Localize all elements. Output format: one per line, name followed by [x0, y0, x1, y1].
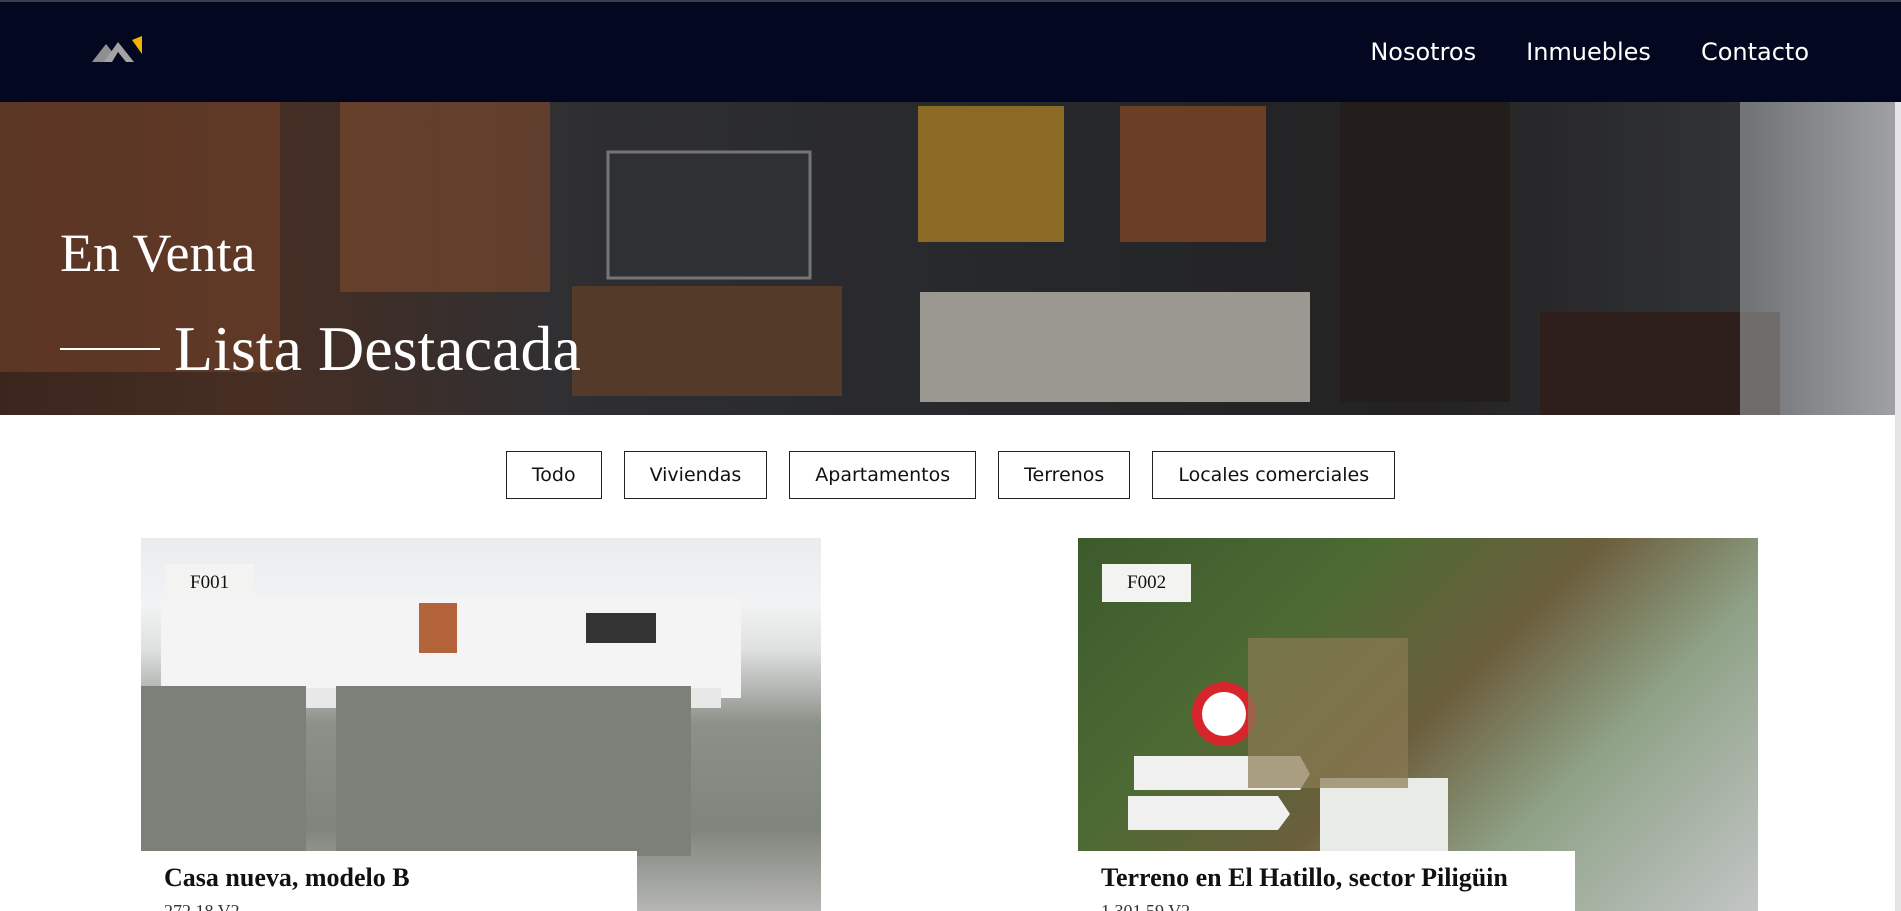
listing-code: F001 — [165, 564, 255, 602]
hero-banner: En Venta Lista Destacada — [0, 102, 1901, 415]
hero-title: En Venta — [60, 223, 256, 283]
brand-logo-icon[interactable] — [92, 34, 148, 66]
filter-locales-comerciales[interactable]: Locales comerciales — [1152, 451, 1396, 499]
filter-todo[interactable]: Todo — [505, 451, 602, 499]
page-scrollbar[interactable] — [1895, 102, 1901, 911]
filter-apartamentos[interactable]: Apartamentos — [789, 451, 977, 499]
listing-title[interactable]: Casa nueva, modelo B — [164, 863, 613, 893]
hero-divider — [60, 348, 160, 350]
navbar: Nosotros Inmuebles Contacto — [0, 0, 1901, 102]
listing-code: F002 — [1102, 564, 1192, 602]
nav-link-nosotros[interactable]: Nosotros — [1370, 38, 1476, 66]
hero-subtitle: Lista Destacada — [60, 312, 581, 386]
listing-area: 1,301.59 V2 — [1101, 901, 1191, 911]
filter-terrenos[interactable]: Terrenos — [998, 451, 1131, 499]
listing-title[interactable]: Terreno en El Hatillo, sector Piligüin — [1101, 863, 1551, 893]
listing-info: Casa nueva, modelo B 272.18 V2 — [141, 851, 637, 911]
nav-link-contacto[interactable]: Contacto — [1701, 38, 1809, 66]
filter-viviendas[interactable]: Viviendas — [623, 451, 768, 499]
hero-subtitle-text: Lista Destacada — [174, 313, 581, 384]
listing-area: 272.18 V2 — [164, 901, 240, 911]
nav-link-inmuebles[interactable]: Inmuebles — [1526, 38, 1651, 66]
listing-card[interactable]: F002 Terreno en El Hatillo, sector Pilig… — [1078, 538, 1758, 911]
main-nav: Nosotros Inmuebles Contacto — [1370, 38, 1809, 66]
category-filters: Todo Viviendas Apartamentos Terrenos Loc… — [0, 451, 1901, 499]
listing-info: Terreno en El Hatillo, sector Piligüin 1… — [1078, 851, 1575, 911]
listing-card[interactable]: F001 Casa nueva, modelo B 272.18 V2 — [141, 538, 821, 911]
